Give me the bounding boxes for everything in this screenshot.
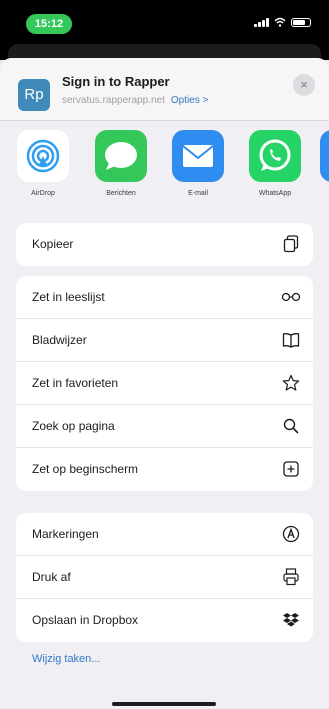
app-name: F [316, 190, 329, 197]
action-group-copy: Kopieer [16, 223, 313, 266]
action-markup[interactable]: Markeringen [16, 513, 313, 556]
printer-icon [281, 567, 301, 587]
glasses-icon [281, 287, 301, 307]
action-favorites[interactable]: Zet in favorieten [16, 362, 313, 405]
action-label: Druk af [32, 570, 71, 584]
action-group-page: Zet in leeslijst Bladwijzer Zet in favor… [16, 276, 313, 491]
star-icon [281, 373, 301, 393]
app-messages[interactable]: Berichten [91, 130, 151, 197]
whatsapp-icon [249, 130, 301, 182]
app-name: WhatsApp [258, 190, 292, 197]
battery-icon [291, 18, 311, 27]
close-icon: × [300, 77, 308, 92]
app-files[interactable]: F [316, 130, 329, 197]
status-bar: 15:12 [0, 0, 329, 74]
status-icons [254, 17, 311, 27]
app-icon: Rp [18, 79, 50, 111]
action-find-on-page[interactable]: Zoek op pagina [16, 405, 313, 448]
search-icon [281, 416, 301, 436]
mail-icon [172, 130, 224, 182]
action-label: Zet in favorieten [32, 376, 119, 390]
signal-icon [254, 18, 269, 27]
options-link[interactable]: Opties > [171, 95, 209, 106]
action-group-extra: Markeringen Druk af Opslaan in Dropbox [16, 513, 313, 642]
book-icon [281, 330, 301, 350]
add-square-icon [281, 459, 301, 479]
action-reading-list[interactable]: Zet in leeslijst [16, 276, 313, 319]
status-time: 15:12 [26, 14, 72, 34]
options-label: Opties [170, 95, 200, 106]
app-name: E-mail [188, 190, 208, 197]
app-airdrop[interactable]: AirDrop [13, 130, 73, 197]
app-name: Berichten [106, 190, 136, 197]
action-print[interactable]: Druk af [16, 556, 313, 599]
app-row: AirDrop Berichten E-mail WhatsApp F [0, 130, 329, 210]
app-mail[interactable]: E-mail [168, 130, 228, 197]
action-label: Zet op beginscherm [32, 462, 139, 476]
action-dropbox[interactable]: Opslaan in Dropbox [16, 599, 313, 642]
messages-icon [95, 130, 147, 182]
edit-actions-link[interactable]: Wijzig taken... [32, 653, 100, 665]
action-copy[interactable]: Kopieer [16, 223, 313, 266]
action-label: Zoek op pagina [32, 419, 115, 433]
share-url: servatus.rapperapp.net [62, 95, 165, 106]
dropbox-icon [281, 610, 301, 630]
action-label: Kopieer [32, 237, 74, 251]
action-label: Zet in leeslijst [32, 290, 105, 304]
action-label: Bladwijzer [32, 333, 87, 347]
airdrop-icon [17, 130, 69, 182]
action-bookmark[interactable]: Bladwijzer [16, 319, 313, 362]
header-divider [0, 120, 329, 121]
share-header: Rp Sign in to Rapper servatus.rapperapp.… [0, 58, 329, 120]
app-whatsapp[interactable]: WhatsApp [245, 130, 305, 197]
action-label: Markeringen [32, 527, 99, 541]
close-button[interactable]: × [293, 74, 315, 96]
chevron-right-icon: > [202, 95, 209, 106]
home-indicator [112, 702, 216, 706]
wifi-icon [274, 17, 286, 27]
share-title: Sign in to Rapper [62, 74, 170, 89]
copy-icon [281, 234, 301, 254]
action-label: Opslaan in Dropbox [32, 613, 139, 627]
action-home-screen[interactable]: Zet op beginscherm [16, 448, 313, 491]
markup-icon [281, 524, 301, 544]
files-icon [320, 130, 329, 182]
share-subtitle: servatus.rapperapp.net Opties > [62, 95, 208, 106]
app-name: AirDrop [31, 190, 55, 197]
share-sheet: Rp Sign in to Rapper servatus.rapperapp.… [0, 58, 329, 709]
